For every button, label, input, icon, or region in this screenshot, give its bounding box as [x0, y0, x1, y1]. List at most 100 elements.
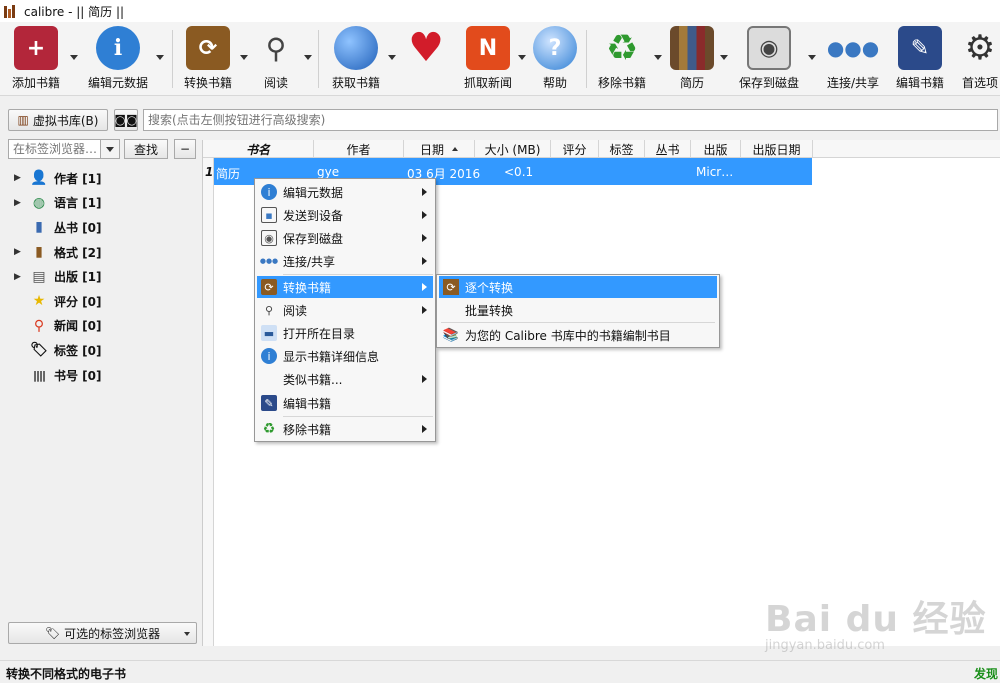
news-icon: N	[466, 26, 510, 70]
library-icon	[670, 26, 714, 70]
read-button[interactable]: ⚲ 阅读	[254, 26, 298, 92]
column-header-rating[interactable]: 评分	[551, 140, 599, 158]
menu-item-connect-share[interactable]: ●●● 连接/共享	[257, 250, 433, 272]
connect-share-icon: ●●●	[826, 36, 880, 60]
search-input[interactable]	[143, 109, 998, 131]
menu-item-read[interactable]: ⚲ 阅读	[257, 299, 433, 321]
save-disk-icon: ◉	[747, 26, 791, 70]
column-header-date[interactable]: 日期	[404, 140, 475, 158]
find-button[interactable]: 查找	[124, 139, 168, 159]
row-number-gutter: 1	[203, 158, 214, 646]
menu-item-similar-books[interactable]: 类似书籍...	[257, 368, 433, 390]
donate-button[interactable]: ♥	[402, 25, 450, 92]
column-header-series[interactable]: 丛书	[645, 140, 691, 158]
tree-item-label: 格式 [2]	[54, 245, 102, 260]
edit-metadata-button[interactable]: i 编辑元数据	[86, 26, 150, 92]
get-books-button[interactable]: 获取书籍	[328, 26, 384, 92]
cell-size: <0.1	[504, 165, 534, 179]
virtual-library-button[interactable]: ▥ 虚拟书库(B)	[8, 109, 108, 131]
tree-item-identifiers[interactable]: |||| 书号 [0]	[0, 363, 200, 388]
info-icon: i	[96, 26, 140, 70]
title-bar: calibre - || 简历 ||	[0, 0, 1000, 22]
tree-item-tags[interactable]: 🏷 标签 [0]	[0, 338, 200, 363]
menu-item-open-folder[interactable]: ▬ 打开所在目录	[257, 322, 433, 344]
folder-icon: ▬	[261, 325, 277, 341]
window-title: calibre - || 简历 ||	[24, 4, 125, 19]
optional-tag-browser-button[interactable]: 🏷 可选的标签浏览器	[8, 622, 197, 644]
menu-item-show-details[interactable]: i 显示书籍详细信息	[257, 345, 433, 367]
convert-book-dropdown-arrow[interactable]	[240, 55, 248, 60]
edit-metadata-dropdown-arrow[interactable]	[156, 55, 164, 60]
cell-title: 简历	[216, 167, 241, 181]
submenu-item-create-catalog[interactable]: 📚 为您的 Calibre 书库中的书籍编制书目	[439, 324, 717, 346]
tree-item-languages[interactable]: ▶ ◍ 语言 [1]	[0, 191, 200, 216]
column-header-tags[interactable]: 标签	[599, 140, 645, 158]
library-button[interactable]: 简历	[668, 26, 716, 92]
status-right-text[interactable]: 发现	[974, 665, 998, 682]
book-context-menu: i 编辑元数据 ▪ 发送到设备 ◉ 保存到磁盘 ●●● 连接/共享 ⟳ 转换书籍…	[254, 178, 436, 442]
device-icon: ▪	[261, 207, 277, 223]
tree-item-publishers[interactable]: ▶ ▤ 出版 [1]	[0, 264, 200, 289]
book-list-header: 书名 作者 日期 大小 (MB) 评分 标签 丛书 出版 出版日期	[203, 140, 1000, 158]
tree-item-formats[interactable]: ▶ ▮ 格式 [2]	[0, 240, 200, 265]
news-pin-icon: ⚲	[33, 317, 45, 334]
fetch-news-button[interactable]: N 抓取新闻	[460, 26, 516, 92]
tag-search-dropdown[interactable]	[100, 139, 120, 159]
tree-item-rating[interactable]: ★ 评分 [0]	[0, 289, 200, 314]
submenu-arrow-icon	[422, 188, 427, 196]
read-dropdown-arrow[interactable]	[304, 55, 312, 60]
add-book-dropdown-arrow[interactable]	[70, 55, 78, 60]
convert-book-label: 转换书籍	[183, 76, 232, 90]
edit-book-button[interactable]: ✎ 编辑书籍	[894, 26, 946, 92]
submenu-item-bulk-convert[interactable]: 批量转换	[439, 299, 717, 321]
save-to-disk-dropdown-arrow[interactable]	[808, 55, 816, 60]
catalog-icon: 📚	[442, 327, 460, 343]
heart-icon: ♥	[408, 25, 444, 71]
submenu-item-convert-individually[interactable]: ⟳ 逐个转换	[439, 276, 717, 298]
menu-separator	[441, 322, 715, 323]
help-label: 帮助	[542, 76, 567, 90]
fetch-news-dropdown-arrow[interactable]	[518, 55, 526, 60]
submenu-arrow-icon	[422, 234, 427, 242]
toolbar-separator	[318, 30, 319, 88]
help-button[interactable]: ? 帮助	[532, 26, 578, 92]
menu-item-convert-books[interactable]: ⟳ 转换书籍	[257, 276, 433, 298]
menu-item-edit-metadata[interactable]: i 编辑元数据	[257, 181, 433, 203]
collapse-button[interactable]: −	[174, 139, 196, 159]
menu-item-remove-books[interactable]: ♻ 移除书籍	[257, 418, 433, 440]
cell-author: gye	[317, 165, 340, 179]
connect-share-button[interactable]: ●●● 连接/共享	[824, 26, 882, 92]
tree-item-news[interactable]: ⚲ 新闻 [0]	[0, 314, 200, 339]
column-header-pubdate[interactable]: 出版日期	[741, 140, 813, 158]
column-header-author[interactable]: 作者	[314, 140, 404, 158]
library-icon: ▥	[17, 113, 29, 127]
add-book-label: 添加书籍	[11, 76, 60, 90]
remove-books-button[interactable]: ♻ 移除书籍	[596, 26, 648, 92]
expand-arrow-icon[interactable]: ▶	[14, 198, 22, 208]
column-header-publisher[interactable]: 出版	[691, 140, 741, 158]
publisher-icon: ▤	[32, 268, 46, 285]
tree-item-series[interactable]: ▮ 丛书 [0]	[0, 215, 200, 240]
remove-books-dropdown-arrow[interactable]	[654, 55, 662, 60]
library-dropdown-arrow[interactable]	[720, 55, 728, 60]
saved-search-button[interactable]: ◙◙	[114, 109, 138, 131]
help-icon: ?	[533, 26, 577, 70]
preferences-button[interactable]: ⚙ 首选项	[960, 26, 1000, 92]
column-header-size[interactable]: 大小 (MB)	[475, 140, 551, 158]
menu-item-save-to-disk[interactable]: ◉ 保存到磁盘	[257, 227, 433, 249]
menu-item-edit-book[interactable]: ✎ 编辑书籍	[257, 392, 433, 414]
edit-book-icon: ✎	[261, 395, 277, 411]
save-to-disk-button[interactable]: ◉ 保存到磁盘	[738, 26, 800, 92]
get-books-dropdown-arrow[interactable]	[388, 55, 396, 60]
column-header-title[interactable]: 书名	[203, 140, 314, 158]
expand-arrow-icon[interactable]: ▶	[14, 247, 22, 257]
menu-item-send-to-device[interactable]: ▪ 发送到设备	[257, 204, 433, 226]
menu-separator	[283, 416, 433, 417]
convert-book-button[interactable]: ⟳ 转换书籍	[180, 26, 236, 92]
tree-item-authors[interactable]: ▶ 👤 作者 [1]	[0, 166, 200, 191]
edit-book-icon: ✎	[898, 26, 942, 70]
expand-arrow-icon[interactable]: ▶	[14, 272, 22, 282]
add-book-button[interactable]: + 添加书籍	[8, 26, 64, 92]
expand-arrow-icon[interactable]: ▶	[14, 173, 22, 183]
watermark-main-text: Bai du 经验	[765, 599, 987, 640]
